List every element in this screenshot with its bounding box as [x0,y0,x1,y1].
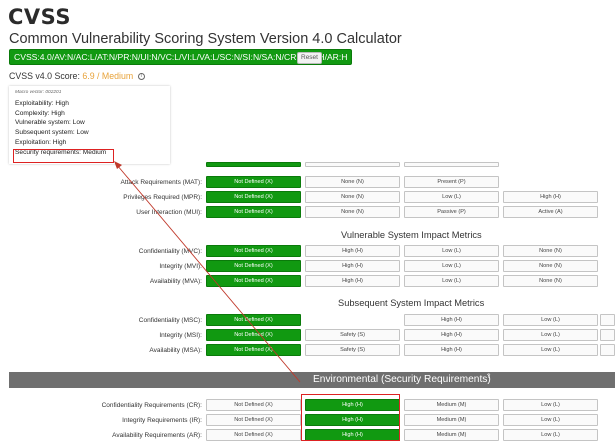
option-button[interactable]: Not Defined (X) [206,314,301,326]
option-button[interactable]: High (H) [305,260,400,272]
option-button[interactable]: None (N) [305,176,400,188]
metric-label: Integrity (MVI): [159,263,202,270]
partial-row [0,162,615,176]
tooltip-line: Vulnerable system: Low [15,119,85,127]
metric-label: Availability (MVA): [149,278,202,285]
option-button[interactable]: High (H) [404,344,499,356]
option-button[interactable]: None (N) [503,245,598,257]
option-button-partial[interactable] [404,162,499,167]
option-button-partial[interactable] [305,162,400,167]
option-button[interactable]: Medium (M) [404,429,499,441]
option-button[interactable]: Low (L) [503,329,598,341]
reset-button[interactable]: Reset [297,52,322,64]
tooltip-line: Exploitability: High [15,100,69,107]
option-button[interactable]: Not Defined (X) [206,429,301,441]
option-button-empty [305,314,400,326]
option-button[interactable]: Low (L) [404,260,499,272]
option-button[interactable]: None (N) [305,191,400,203]
option-button[interactable]: High (H) [404,314,499,326]
metric-row-msa: Availability (MSA): Not Defined (X) Safe… [0,344,615,358]
metric-label: Integrity (MSI): [159,332,202,339]
page-title: Common Vulnerability Scoring System Vers… [9,31,402,47]
option-button[interactable]: Not Defined (X) [206,245,301,257]
option-button[interactable]: Low (L) [404,245,499,257]
option-button[interactable]: Medium (M) [404,414,499,426]
option-button[interactable]: Not Defined (X) [206,191,301,203]
section-heading-vulnerable: Vulnerable System Impact Metrics [341,230,482,240]
metric-row-mat: Attack Requirements (MAT): Not Defined (… [0,176,615,190]
option-button[interactable]: Medium (M) [404,399,499,411]
logo-text: CVSS [8,5,71,29]
metric-row-mpr: Privileges Required (MPR): Not Defined (… [0,191,615,205]
macro-vector: Macro vector: 002201 [15,90,62,95]
option-button[interactable]: Safety (S) [305,329,400,341]
metric-label: Privileges Required (MPR): [123,194,202,201]
option-button[interactable]: High (H) [305,275,400,287]
section-heading-subsequent: Subsequent System Impact Metrics [338,298,485,308]
option-button[interactable]: Not Defined (X) [206,399,301,411]
environmental-section-header[interactable] [9,372,615,388]
option-button[interactable]: None (N) [503,275,598,287]
tooltip-line: Complexity: High [15,109,65,117]
option-button[interactable]: Low (L) [503,414,598,426]
score-label: CVSS v4.0 Score: [9,71,80,81]
option-button[interactable]: High (H) [305,245,400,257]
metric-label: Attack Requirements (MAT): [120,179,202,186]
metric-label: Confidentiality (MSC): [138,317,202,324]
option-button[interactable]: High (H) [503,191,598,203]
metric-row-msc: Confidentiality (MSC): Not Defined (X) H… [0,314,615,328]
security-requirements-options-highlight [301,394,400,441]
metric-label: Confidentiality (MVC): [138,248,202,255]
option-button[interactable]: Low (L) [404,275,499,287]
option-button[interactable]: Not Defined (X) [206,260,301,272]
option-button-partial[interactable] [206,162,301,167]
metric-label: Integrity Requirements (IR): [122,417,202,424]
option-button[interactable]: None (N) [305,206,400,218]
option-button[interactable]: Not Defined (X) [206,176,301,188]
option-button[interactable]: Low (L) [503,429,598,441]
option-button[interactable]: Not Defined (X) [206,206,301,218]
security-requirements-highlight [13,149,114,163]
option-button[interactable]: Not Defined (X) [206,344,301,356]
option-button-partial[interactable] [600,344,615,356]
option-button[interactable]: Safety (S) [305,344,400,356]
option-button[interactable]: Present (P) [404,176,499,188]
metric-label: User Interaction (MUI): [136,209,202,216]
metric-row-mvc: Confidentiality (MVC): Not Defined (X) H… [0,245,615,259]
tooltip-line: Exploitation: High [15,138,67,146]
metric-row-mui: User Interaction (MUI): Not Defined (X) … [0,206,615,220]
option-button[interactable]: Active (A) [503,206,598,218]
option-button-partial[interactable] [600,329,615,341]
cvss-logo: CVSS [8,4,71,30]
option-button[interactable]: High (H) [404,329,499,341]
metric-row-msi: Integrity (MSI): Not Defined (X) Safety … [0,329,615,343]
metric-label: Availability Requirements (AR): [112,432,202,439]
option-button[interactable]: None (N) [503,260,598,272]
metric-label: Availability (MSA): [149,347,202,354]
score-line: CVSS v4.0 Score: 6.9 / Medium i [9,71,145,81]
option-button[interactable]: Not Defined (X) [206,414,301,426]
score-value: 6.9 / Medium [82,71,134,81]
tooltip-line: Subsequent system: Low [15,129,89,137]
option-button[interactable]: Not Defined (X) [206,329,301,341]
environmental-title: Environmental (Security Requirements) [313,374,491,385]
option-button[interactable]: Low (L) [503,344,598,356]
option-button[interactable]: Not Defined (X) [206,275,301,287]
help-icon[interactable]: ? [487,374,490,380]
metric-row-mva: Availability (MVA): Not Defined (X) High… [0,275,615,289]
metric-label: Confidentiality Requirements (CR): [101,402,202,409]
option-button[interactable]: Passive (P) [404,206,499,218]
option-button[interactable]: Low (L) [503,314,598,326]
info-icon[interactable]: i [137,73,145,81]
option-button[interactable]: Low (L) [503,399,598,411]
option-button-partial[interactable] [600,314,615,326]
option-button[interactable]: Low (L) [404,191,499,203]
metric-row-mvi: Integrity (MVI): Not Defined (X) High (H… [0,260,615,274]
